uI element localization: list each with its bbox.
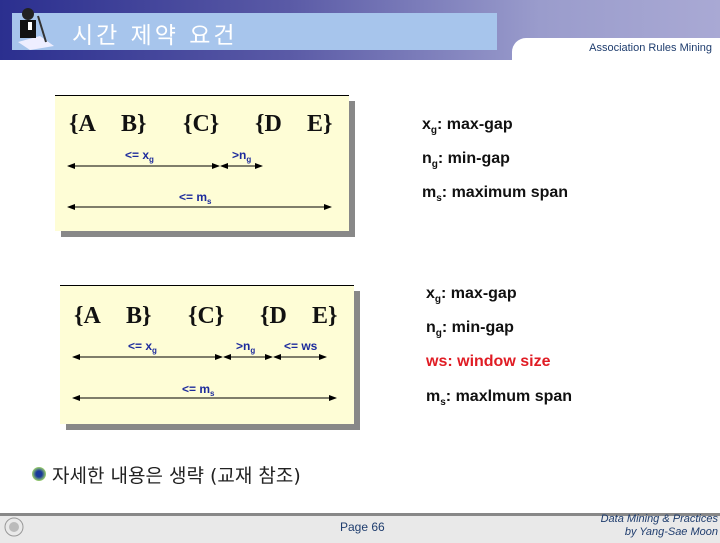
set-b: B} bbox=[126, 303, 151, 329]
subtitle: Association Rules Mining bbox=[589, 42, 712, 54]
page-title: 시간 제약 요건 bbox=[72, 23, 238, 49]
set-c: {C} bbox=[188, 303, 224, 329]
diagram-maxgap-mingap: {A B} {C} {D E} <= xg >ng <= ms bbox=[55, 95, 355, 242]
def-min-gap: ng: min-gap bbox=[426, 319, 514, 340]
def-max-gap: xg: max-gap bbox=[426, 285, 517, 306]
note-bullet: 자세한 내용은 생략 (교재 참조) bbox=[32, 461, 301, 488]
man-writing-icon bbox=[18, 8, 54, 50]
page-number: Page 66 bbox=[340, 520, 385, 534]
def-max-span: ms: maximum span bbox=[422, 184, 569, 205]
set-a: {A bbox=[69, 111, 96, 137]
set-d: {D bbox=[255, 111, 282, 137]
set-e: E} bbox=[312, 303, 337, 329]
university-logo bbox=[4, 517, 68, 537]
def-max-gap: xg: max-gap bbox=[422, 116, 513, 137]
set-c: {C} bbox=[183, 111, 219, 137]
window-size-label: <= ws bbox=[284, 339, 318, 353]
diagram-window-size: {A B} {C} {D E} <= xg >ng <= ws <= ms bbox=[60, 285, 360, 435]
bullet-icon bbox=[32, 467, 46, 481]
set-d: {D bbox=[260, 303, 287, 329]
set-e: E} bbox=[307, 111, 332, 137]
def-max-span: ms: maxlmum span bbox=[426, 388, 573, 409]
def-min-gap: ng: min-gap bbox=[422, 150, 510, 171]
note-text: 자세한 내용은 생략 (교재 참조) bbox=[52, 465, 301, 487]
footer-credit: Data Mining & Practices by Yang-Sae Moon bbox=[600, 513, 718, 538]
set-a: {A bbox=[74, 303, 101, 329]
set-b: B} bbox=[121, 111, 146, 137]
def-window-size: ws: window size bbox=[426, 353, 551, 370]
